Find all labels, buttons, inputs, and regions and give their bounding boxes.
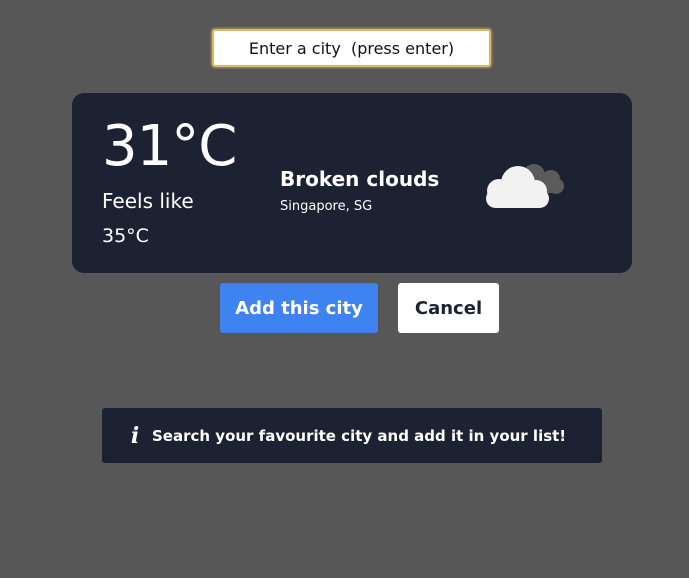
feels-like-value: 35°C	[102, 225, 149, 247]
cancel-button[interactable]: Cancel	[398, 283, 499, 333]
city-search-input[interactable]	[214, 31, 489, 65]
city-location: Singapore, SG	[280, 199, 373, 214]
info-message: Search your favourite city and add it in…	[152, 426, 567, 445]
add-city-button[interactable]: Add this city	[220, 283, 378, 333]
info-banner: i Search your favourite city and add it …	[102, 408, 602, 463]
weather-card: 31°C Feels like 35°C Broken clouds Singa…	[72, 93, 632, 273]
feels-like-label: Feels like	[102, 189, 194, 213]
temperature-value: 31°C	[102, 114, 237, 179]
weather-condition: Broken clouds	[280, 167, 440, 191]
city-search-box[interactable]	[212, 29, 491, 67]
broken-clouds-icon	[486, 164, 564, 208]
info-icon: i	[130, 422, 140, 449]
